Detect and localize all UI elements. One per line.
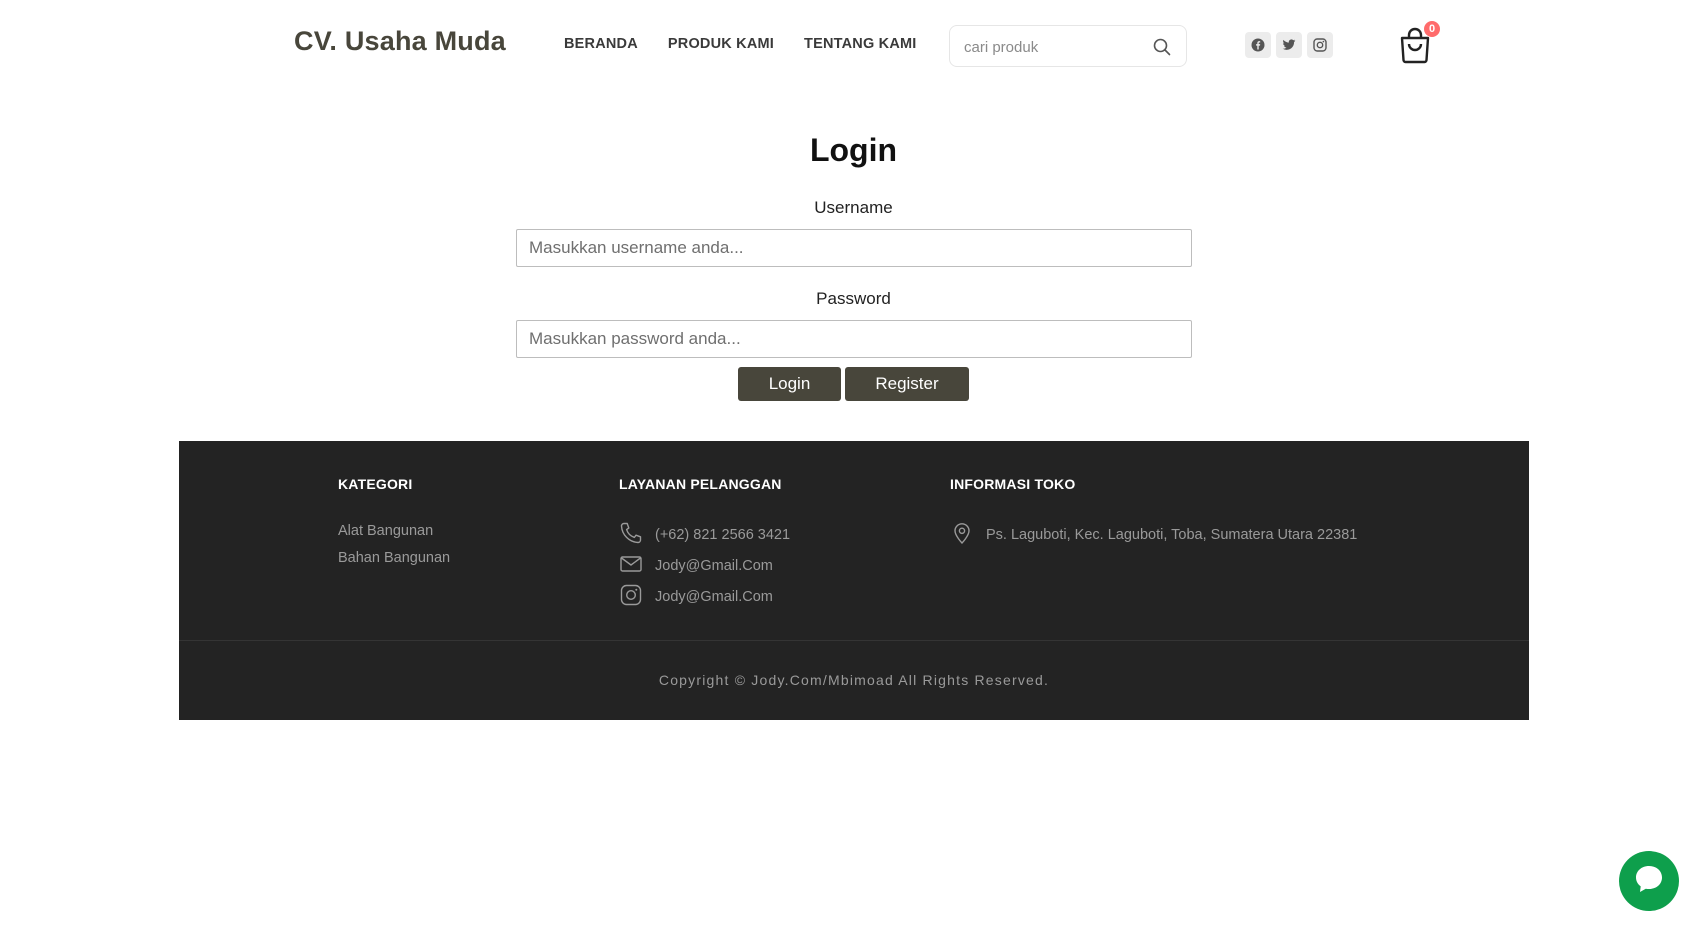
footer-divider <box>179 640 1529 641</box>
page-title: Login <box>809 132 898 168</box>
site-header: CV. Usaha Muda BERANDA PRODUK KAMI TENTA… <box>0 0 1707 92</box>
username-label: Username <box>814 198 893 217</box>
username-field[interactable] <box>516 229 1192 267</box>
facebook-icon[interactable] <box>1245 32 1271 58</box>
chat-bubble-icon <box>1632 862 1666 901</box>
location-pin-icon <box>950 521 974 549</box>
phone-text: (+62) 821 2566 3421 <box>655 527 791 543</box>
footer-instagram[interactable]: Jody@Gmail.Com <box>619 583 773 611</box>
nav-produk-kami[interactable]: PRODUK KAMI <box>668 36 774 52</box>
layanan-heading: LAYANAN PELANGGAN <box>619 476 782 492</box>
kategori-item-bahan-bangunan[interactable]: Bahan Bangunan <box>338 550 450 566</box>
search-input[interactable] <box>964 36 1144 58</box>
kategori-item-alat-bangunan[interactable]: Alat Bangunan <box>338 523 433 539</box>
brand-logo[interactable]: CV. Usaha Muda <box>294 26 506 57</box>
nav-beranda[interactable]: BERANDA <box>564 36 638 52</box>
kategori-heading: KATEGORI <box>338 476 413 492</box>
instagram-text: Jody@Gmail.Com <box>655 589 773 605</box>
instagram-icon <box>619 583 643 611</box>
nav-tentang-kami[interactable]: TENTANG KAMI <box>804 36 916 52</box>
password-label: Password <box>816 289 891 308</box>
instagram-icon[interactable] <box>1307 32 1333 58</box>
search-box <box>949 25 1187 67</box>
footer-address: Ps. Laguboti, Kec. Laguboti, Toba, Sumat… <box>950 521 1357 549</box>
register-button[interactable]: Register <box>845 367 969 401</box>
email-text: Jody@Gmail.Com <box>655 558 773 574</box>
chat-button[interactable] <box>1619 851 1679 911</box>
main-nav: BERANDA PRODUK KAMI TENTANG KAMI <box>564 36 917 52</box>
footer-email[interactable]: Jody@Gmail.Com <box>619 552 773 580</box>
password-field[interactable] <box>516 320 1192 358</box>
login-button[interactable]: Login <box>738 367 841 401</box>
mail-icon <box>619 552 643 580</box>
footer-phone[interactable]: (+62) 821 2566 3421 <box>619 521 790 549</box>
informasi-heading: INFORMASI TOKO <box>950 476 1076 492</box>
cart-count-badge: 0 <box>1424 21 1440 37</box>
twitter-icon[interactable] <box>1276 32 1302 58</box>
copyright-text: Copyright © Jody.Com/Mbimoad All Rights … <box>658 672 1050 688</box>
site-footer: KATEGORI Alat Bangunan Bahan Bangunan LA… <box>179 441 1529 720</box>
phone-icon <box>619 521 643 549</box>
social-links <box>1245 32 1333 58</box>
search-icon[interactable] <box>1152 37 1172 57</box>
address-text: Ps. Laguboti, Kec. Laguboti, Toba, Sumat… <box>986 527 1358 543</box>
